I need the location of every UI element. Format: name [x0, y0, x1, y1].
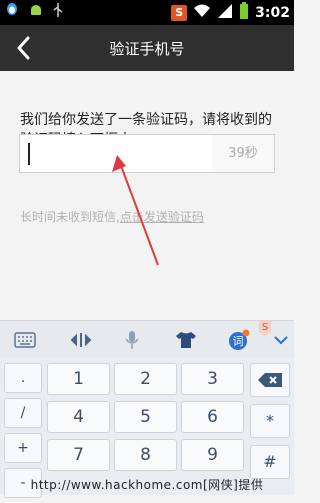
key-hash[interactable]: #	[250, 445, 290, 479]
hint-text: 长时间未收到短信,	[20, 210, 120, 224]
status-time: 3:02	[255, 5, 290, 21]
qq-icon	[4, 2, 20, 22]
android-icon	[28, 2, 44, 22]
key-1[interactable]: 1	[47, 363, 110, 395]
backspace-icon	[258, 373, 282, 387]
key-8[interactable]: 8	[114, 439, 177, 471]
keyboard-switch-icon[interactable]	[10, 327, 40, 353]
cursor-move-icon[interactable]	[66, 327, 96, 353]
svg-text:S: S	[262, 322, 268, 333]
key-asterisk[interactable]: *	[250, 404, 290, 438]
key-7[interactable]: 7	[47, 439, 110, 471]
skin-shirt-icon[interactable]	[171, 327, 201, 353]
key-9[interactable]: 9	[181, 439, 244, 471]
wifi-icon	[193, 3, 211, 23]
countdown-timer: 39秒	[212, 134, 275, 173]
verification-code-input[interactable]	[19, 134, 214, 173]
usb-icon	[52, 2, 64, 22]
microphone-icon[interactable]	[117, 327, 147, 353]
status-bar: S 3:02	[0, 0, 294, 25]
numeric-keyboard: . / + - 1 2 3 4 5 6 7 8 9 * # http://www…	[0, 358, 294, 498]
key-6[interactable]: 6	[181, 401, 244, 433]
watermark: http://www.hackhome.com[网侠]提供	[30, 478, 264, 492]
resend-code-link[interactable]: 点击发送验证码	[120, 210, 204, 224]
word-dict-label: 词	[233, 335, 244, 348]
resend-hint: 长时间未收到短信,点击发送验证码	[20, 208, 204, 225]
key-slash[interactable]: /	[4, 398, 42, 428]
signal-icon	[217, 3, 233, 23]
key-3[interactable]: 3	[181, 363, 244, 395]
key-2[interactable]: 2	[114, 363, 177, 395]
key-5[interactable]: 5	[114, 401, 177, 433]
title-bar: 验证手机号	[0, 25, 294, 71]
sogou-status-icon: S	[171, 5, 188, 21]
key-plus[interactable]: +	[4, 433, 42, 463]
text-cursor	[28, 143, 30, 165]
word-dictionary-icon[interactable]: 词	[224, 327, 254, 353]
key-dot[interactable]: .	[4, 363, 42, 393]
backspace-key[interactable]	[250, 363, 290, 397]
page-title: 验证手机号	[109, 40, 185, 58]
ime-toolbar: 词 S	[0, 320, 294, 359]
sogou-pen-icon: S	[256, 317, 276, 339]
battery-icon	[239, 2, 249, 24]
key-4[interactable]: 4	[47, 401, 110, 433]
